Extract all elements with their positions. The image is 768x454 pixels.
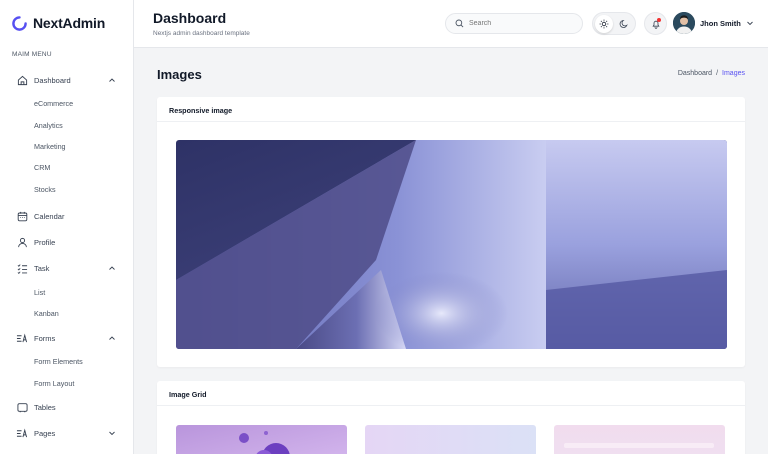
page-title: Images (157, 67, 202, 82)
theme-toggle[interactable] (592, 12, 636, 35)
sidebar-item-label: Forms (34, 333, 56, 343)
sidebar-subitem-stocks[interactable]: Stocks (34, 185, 56, 194)
sidebar-subitem-crm[interactable]: CRM (34, 163, 50, 172)
image-grid-card: Image Grid (157, 381, 745, 454)
notification-dot (657, 18, 661, 22)
chevron-up-icon (109, 336, 115, 340)
responsive-image-card: Responsive image (157, 97, 745, 367)
sidebar-item-dashboard[interactable]: Dashboard (16, 72, 120, 88)
task-icon (16, 262, 28, 274)
top-header: Dashboard Nextjs admin dashboard templat… (134, 0, 768, 48)
sidebar-subitem-list[interactable]: List (34, 288, 45, 297)
chevron-up-icon (109, 266, 115, 270)
logo[interactable]: NextAdmin (12, 15, 105, 31)
sun-icon[interactable] (595, 15, 613, 33)
avatar (673, 12, 695, 34)
sidebar-subitem-form-elements[interactable]: Form Elements (34, 357, 83, 366)
moon-icon[interactable] (615, 15, 633, 33)
chevron-down-icon (109, 431, 115, 436)
header-subtitle: Nextjs admin dashboard template (153, 30, 250, 37)
sidebar-item-tables[interactable]: Tables (16, 399, 120, 415)
grid-image-1 (176, 425, 347, 454)
sidebar-item-label: Profile (34, 237, 56, 247)
sidebar-item-label: Pages (34, 428, 56, 438)
sidebar-item-profile[interactable]: Profile (16, 234, 120, 250)
search-icon (455, 19, 464, 28)
card-title: Responsive image (157, 97, 745, 122)
notification-button[interactable] (644, 12, 667, 35)
user-name: Jhon Smith (700, 18, 741, 28)
breadcrumb-separator: / (716, 70, 719, 77)
sidebar-subitem-analytics[interactable]: Analytics (34, 121, 63, 130)
card-title: Image Grid (157, 381, 745, 406)
pages-icon (16, 427, 28, 439)
grid-image-3 (554, 425, 725, 454)
breadcrumb-current: Images (722, 70, 745, 77)
sidebar-item-calendar[interactable]: Calendar (16, 208, 120, 224)
sidebar-subitem-ecommerce[interactable]: eCommerce (34, 99, 73, 108)
chevron-up-icon (109, 78, 115, 82)
sidebar-item-label: Task (34, 263, 50, 273)
search-input[interactable] (469, 20, 569, 27)
responsive-image (176, 140, 727, 349)
sidebar-item-task[interactable]: Task (16, 260, 120, 276)
user-menu[interactable]: Jhon Smith (673, 12, 754, 34)
sidebar-item-pages[interactable]: Pages (16, 425, 120, 441)
dashboard-icon (16, 74, 28, 86)
search-box[interactable] (445, 13, 583, 34)
sidebar-item-label: Dashboard (34, 75, 71, 85)
tables-icon (16, 401, 28, 413)
sidebar-item-forms[interactable]: Forms (16, 330, 120, 346)
chevron-down-icon (747, 21, 753, 26)
breadcrumb: Dashboard / Images (678, 70, 745, 77)
logo-icon (12, 15, 27, 31)
sidebar-subitem-marketing[interactable]: Marketing (34, 142, 66, 151)
sidebar-item-label: Calendar (34, 211, 65, 221)
sidebar-subitem-form-layout[interactable]: Form Layout (34, 379, 74, 388)
sidebar-subitem-kanban[interactable]: Kanban (34, 309, 59, 318)
grid-image-2 (365, 425, 536, 454)
breadcrumb-home[interactable]: Dashboard (678, 70, 712, 77)
calendar-icon (16, 210, 28, 222)
profile-icon (16, 236, 28, 248)
header-title: Dashboard (153, 10, 227, 26)
sidebar-item-label: Tables (34, 402, 56, 412)
menu-section-title: MAIM MENU (12, 51, 52, 58)
forms-icon (16, 332, 28, 344)
sidebar: NextAdmin MAIM MENU Dashboard eCommerce … (0, 0, 134, 454)
brand-name: NextAdmin (33, 15, 106, 31)
